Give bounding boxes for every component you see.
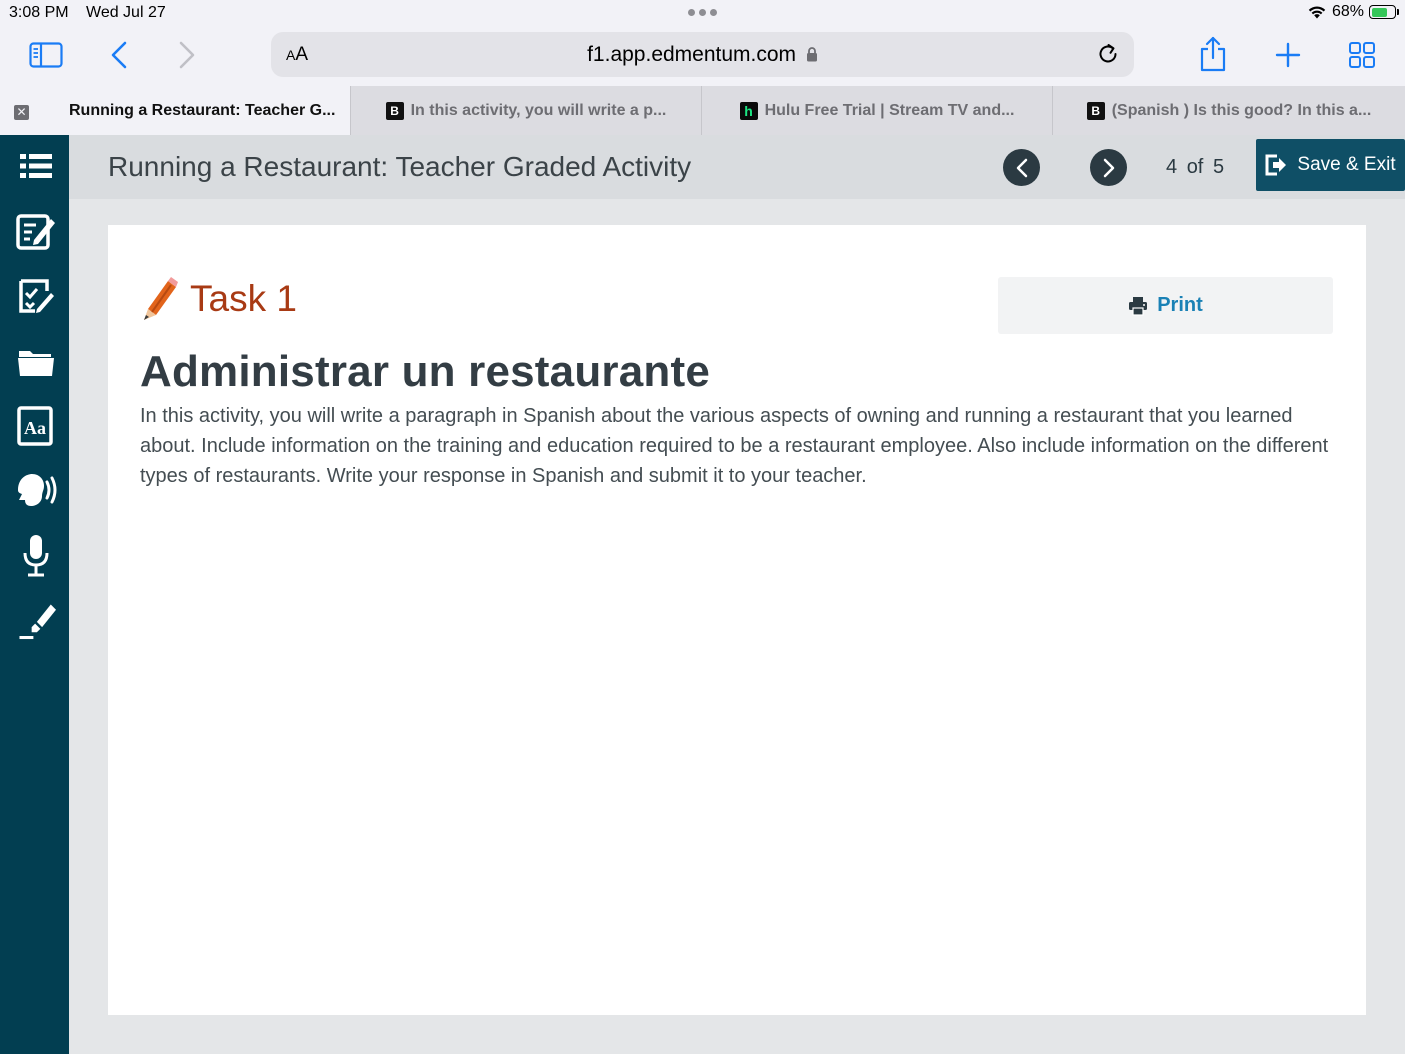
save-exit-label: Save & Exit xyxy=(1297,154,1396,175)
multitasking-dots[interactable] xyxy=(688,9,717,16)
back-icon[interactable] xyxy=(104,38,134,72)
microphone-icon[interactable] xyxy=(16,534,56,578)
sidebar-toggle-icon[interactable] xyxy=(28,38,64,72)
folder-icon[interactable] xyxy=(16,339,56,383)
tab-title: (Spanish ) Is this good? In this a... xyxy=(1111,101,1372,119)
print-button[interactable]: Print xyxy=(998,277,1333,334)
share-icon[interactable] xyxy=(1196,34,1230,74)
lock-icon xyxy=(806,47,817,62)
tab-running-restaurant[interactable]: ✕ Running a Restaurant: Teacher G... xyxy=(0,86,351,135)
tab-overview-icon[interactable] xyxy=(1345,38,1379,72)
address-bar[interactable]: AA f1.app.edmentum.com xyxy=(271,32,1134,77)
page-current: 4 xyxy=(1166,156,1178,178)
dictionary-icon[interactable]: Aa xyxy=(16,404,56,448)
close-tab-icon[interactable]: ✕ xyxy=(14,105,29,120)
tab-bar: ✕ Running a Restaurant: Teacher G... B I… xyxy=(0,86,1405,135)
next-page-button[interactable] xyxy=(1090,149,1127,186)
status-bar: 3:08 PM Wed Jul 27 68% xyxy=(0,0,1405,28)
checklist-icon[interactable] xyxy=(16,274,56,318)
page-of: of xyxy=(1186,156,1204,178)
activity-header: Running a Restaurant: Teacher Graded Act… xyxy=(69,135,1405,199)
highlighter-icon[interactable] xyxy=(16,599,56,643)
instructions-paragraph: In this activity, you will write a parag… xyxy=(140,405,1329,487)
tab-title: Running a Restaurant: Teacher G... xyxy=(69,101,336,119)
printer-icon xyxy=(1129,296,1148,316)
chevron-left-icon xyxy=(1016,158,1027,177)
new-tab-icon[interactable] xyxy=(1272,38,1304,72)
exit-icon xyxy=(1265,154,1287,176)
wifi-icon xyxy=(1308,6,1326,19)
page-total: 5 xyxy=(1212,156,1225,178)
previous-page-button[interactable] xyxy=(1003,149,1040,186)
activity-heading: Administrar un restaurante xyxy=(140,347,711,396)
chevron-right-icon xyxy=(1103,158,1114,177)
task-label: Task 1 xyxy=(190,278,297,319)
battery-percent: 68% xyxy=(1331,3,1364,20)
tab-title: In this activity, you will write a p... xyxy=(410,101,667,119)
notepad-icon[interactable] xyxy=(16,209,56,253)
forward-icon[interactable] xyxy=(172,38,202,72)
tool-sidebar: Aa xyxy=(0,135,69,1054)
content-card: Task 1 Print Administrar un restaurante … xyxy=(108,225,1366,1015)
pencil-icon xyxy=(144,277,178,320)
brainly-favicon-icon: B xyxy=(1086,101,1105,120)
tab-spanish[interactable]: B (Spanish ) Is this good? In this a... xyxy=(1053,86,1405,135)
page-indicator: 4 of 5 xyxy=(1166,156,1224,179)
dictionary-glyph: Aa xyxy=(24,418,46,438)
speak-icon[interactable] xyxy=(14,469,62,513)
status-time: 3:08 PM xyxy=(9,4,69,21)
list-icon[interactable] xyxy=(16,144,56,188)
task-title-row: Task 1 xyxy=(140,277,297,321)
print-label: Print xyxy=(1157,294,1203,316)
tab-activity[interactable]: B In this activity, you will write a p..… xyxy=(351,86,702,135)
status-date: Wed Jul 27 xyxy=(86,4,166,21)
page-title: Running a Restaurant: Teacher Graded Act… xyxy=(108,151,692,182)
tab-title: Hulu Free Trial | Stream TV and... xyxy=(764,101,1015,119)
battery-icon xyxy=(1369,5,1399,19)
save-exit-button[interactable]: Save & Exit xyxy=(1256,139,1405,191)
brainly-favicon-icon: B xyxy=(385,101,404,120)
hulu-favicon-icon: h xyxy=(739,101,758,120)
reload-icon[interactable] xyxy=(1096,42,1120,71)
url-text: f1.app.edmentum.com xyxy=(271,43,1134,67)
status-right: 68% xyxy=(1307,3,1399,21)
browser-toolbar: AA f1.app.edmentum.com xyxy=(0,28,1405,86)
tab-hulu[interactable]: h Hulu Free Trial | Stream TV and... xyxy=(702,86,1053,135)
